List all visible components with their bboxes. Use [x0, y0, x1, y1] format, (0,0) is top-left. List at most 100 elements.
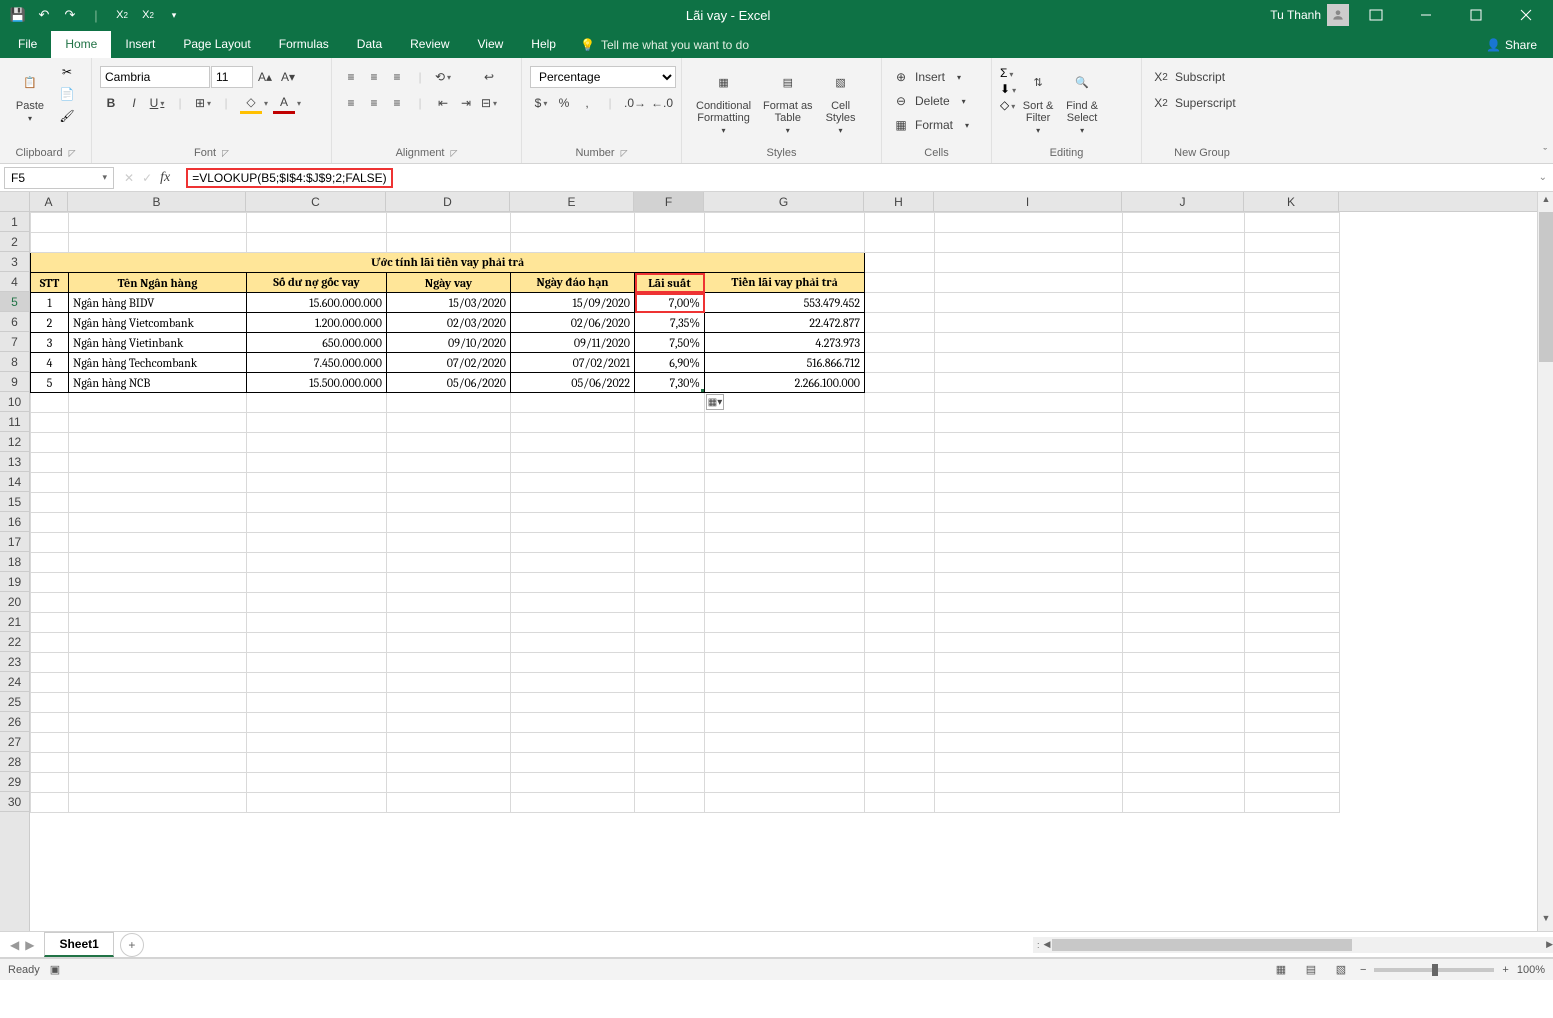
cell[interactable]: [247, 533, 387, 553]
cell[interactable]: [31, 513, 69, 533]
expand-formula-icon[interactable]: ⌄: [1539, 172, 1547, 183]
cell[interactable]: [69, 593, 247, 613]
row-header-8[interactable]: 8: [0, 352, 29, 372]
cell[interactable]: [1245, 493, 1340, 513]
spreadsheet-grid[interactable]: ABCDEFGHIJK 1234567891011121314151617181…: [0, 192, 1553, 932]
cell[interactable]: [31, 613, 69, 633]
cell[interactable]: [705, 693, 865, 713]
name-box[interactable]: F5 ▾: [4, 167, 114, 189]
cell[interactable]: [1245, 433, 1340, 453]
increase-indent-icon[interactable]: ⇥: [455, 92, 477, 114]
cell[interactable]: [387, 733, 511, 753]
tell-me-search[interactable]: 💡 Tell me what you want to do: [570, 38, 759, 58]
cell[interactable]: [865, 473, 935, 493]
cell[interactable]: [865, 533, 935, 553]
cell[interactable]: [69, 653, 247, 673]
cell[interactable]: [511, 613, 635, 633]
cell[interactable]: [69, 433, 247, 453]
cell[interactable]: [247, 753, 387, 773]
col-header-J[interactable]: J: [1122, 192, 1244, 211]
hscroll-left-icon[interactable]: ◀: [1044, 939, 1051, 950]
scroll-down-icon[interactable]: ▼: [1538, 913, 1553, 929]
underline-button[interactable]: U: [146, 92, 168, 114]
cell[interactable]: [69, 473, 247, 493]
zoom-in-icon[interactable]: +: [1502, 964, 1508, 976]
fx-icon[interactable]: fx: [160, 170, 170, 186]
col-header-F[interactable]: F: [634, 192, 704, 211]
cell[interactable]: [247, 773, 387, 793]
cell[interactable]: [247, 793, 387, 813]
cell[interactable]: [935, 613, 1123, 633]
cell[interactable]: [635, 613, 705, 633]
cell[interactable]: [247, 713, 387, 733]
fill-icon[interactable]: ⬇: [1000, 82, 1016, 96]
row-header-24[interactable]: 24: [0, 672, 29, 692]
cell[interactable]: 4: [31, 353, 69, 373]
cell[interactable]: [1123, 333, 1245, 353]
cell[interactable]: [705, 613, 865, 633]
cell[interactable]: [935, 393, 1123, 413]
cell[interactable]: [705, 213, 865, 233]
cell[interactable]: [635, 753, 705, 773]
cell[interactable]: [635, 513, 705, 533]
cell[interactable]: [69, 573, 247, 593]
row-header-5[interactable]: 5: [0, 292, 29, 312]
cell[interactable]: [865, 373, 935, 393]
cell[interactable]: [387, 513, 511, 533]
cell[interactable]: [511, 573, 635, 593]
cell[interactable]: 7,50%: [635, 333, 705, 353]
cell[interactable]: [387, 673, 511, 693]
align-top-icon[interactable]: ≡: [340, 66, 362, 88]
cell[interactable]: Lãi suất: [635, 273, 705, 293]
user-account[interactable]: Tu Thanh: [1270, 4, 1349, 26]
cell[interactable]: [1123, 253, 1245, 273]
cell[interactable]: [247, 513, 387, 533]
cell[interactable]: [387, 753, 511, 773]
cell[interactable]: 6,90%: [635, 353, 705, 373]
italic-button[interactable]: I: [123, 92, 145, 114]
redo-icon[interactable]: ↷: [58, 3, 82, 27]
col-header-I[interactable]: I: [934, 192, 1122, 211]
cell[interactable]: [635, 533, 705, 553]
cell[interactable]: Số dư nợ gốc vay: [247, 273, 387, 293]
row-header-29[interactable]: 29: [0, 772, 29, 792]
share-button[interactable]: 👤 Share: [1470, 32, 1553, 58]
cell[interactable]: [865, 593, 935, 613]
font-name-input[interactable]: [100, 66, 210, 88]
cell[interactable]: [1123, 453, 1245, 473]
bold-button[interactable]: B: [100, 92, 122, 114]
cell[interactable]: [1123, 673, 1245, 693]
cell[interactable]: [865, 413, 935, 433]
cell[interactable]: [865, 793, 935, 813]
cell[interactable]: 553.479.452: [705, 293, 865, 313]
cell[interactable]: [69, 713, 247, 733]
cell[interactable]: [1245, 513, 1340, 533]
cell[interactable]: [387, 473, 511, 493]
superscript-button[interactable]: X2Superscript: [1150, 92, 1238, 114]
col-header-E[interactable]: E: [510, 192, 634, 211]
cell[interactable]: [705, 513, 865, 533]
cell[interactable]: [31, 573, 69, 593]
row-header-14[interactable]: 14: [0, 472, 29, 492]
cell[interactable]: Ước tính lãi tiền vay phải trả: [31, 253, 865, 273]
cell[interactable]: [387, 633, 511, 653]
cell[interactable]: 4.273.973: [705, 333, 865, 353]
cell[interactable]: Tiền lãi vay phải trả: [705, 273, 865, 293]
cell[interactable]: 15/03/2020: [387, 293, 511, 313]
tab-page-layout[interactable]: Page Layout: [169, 31, 264, 58]
cell[interactable]: [1245, 353, 1340, 373]
cell[interactable]: [705, 573, 865, 593]
cell[interactable]: [31, 673, 69, 693]
cell[interactable]: Ngân hàng NCB: [69, 373, 247, 393]
cell[interactable]: [1245, 453, 1340, 473]
cell[interactable]: [1245, 593, 1340, 613]
cell[interactable]: [635, 553, 705, 573]
clipboard-launcher-icon[interactable]: ◸: [69, 148, 76, 159]
cell[interactable]: [935, 213, 1123, 233]
cell[interactable]: [511, 633, 635, 653]
cell[interactable]: [635, 233, 705, 253]
cell[interactable]: [935, 493, 1123, 513]
merge-center-icon[interactable]: ⊟: [478, 92, 500, 114]
cell[interactable]: [247, 633, 387, 653]
cell[interactable]: [511, 473, 635, 493]
